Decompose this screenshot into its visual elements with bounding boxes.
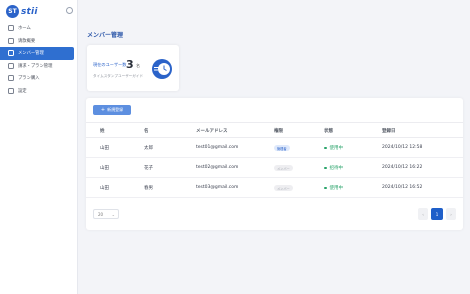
clock-logo-icon bbox=[152, 59, 172, 79]
status-dot-icon bbox=[324, 146, 327, 150]
gear-icon bbox=[8, 87, 14, 94]
per-page-value: 20 bbox=[98, 211, 104, 217]
cart-icon bbox=[8, 75, 14, 82]
sidebar-item-label: 請求・プラン管理 bbox=[18, 63, 53, 69]
role-badge: 管理者 bbox=[274, 145, 290, 151]
cell-last-name: 山田 bbox=[100, 186, 109, 191]
sidebar-item-purchase[interactable]: プラン購入 bbox=[0, 72, 78, 85]
cell-date: 2024/10/12 16:52 bbox=[382, 185, 423, 190]
prev-page-button[interactable]: ‹ bbox=[418, 208, 428, 220]
user-count-value: 3 bbox=[126, 58, 134, 71]
table-row[interactable]: 山田 春男 test03@gmail.com メンバー 使用中 2024/10/… bbox=[86, 178, 463, 198]
table-row[interactable]: 山田 太郎 test01@gmail.com 管理者 使用中 2024/10/1… bbox=[86, 138, 463, 158]
user-count-label: 現在のユーザー数 bbox=[93, 62, 127, 67]
table-header: 姓 名 メールアドレス 権限 状態 登録日 bbox=[86, 122, 463, 138]
brand-mark: ST bbox=[6, 5, 19, 18]
status-dot-icon bbox=[324, 186, 327, 190]
sidebar-item-label: メンバー管理 bbox=[18, 51, 44, 57]
status-text: 使用中 bbox=[329, 186, 344, 191]
per-page-select[interactable]: 20 ⌄ bbox=[93, 209, 119, 219]
sidebar: ST stii ホーム 请款概要 メンバー管理 請求・プラン管理 プラン購入 設… bbox=[0, 0, 78, 294]
sidebar-item-label: ホーム bbox=[18, 26, 31, 32]
cell-last-name: 山田 bbox=[100, 146, 109, 151]
status-text: 招待中 bbox=[329, 166, 344, 171]
inbox-icon bbox=[8, 37, 14, 44]
next-page-button[interactable]: › bbox=[446, 208, 456, 220]
member-table-panel: + 新規登録 姓 名 メールアドレス 権限 状態 登録日 山田 太郎 test0… bbox=[86, 98, 463, 230]
plus-icon: + bbox=[100, 107, 106, 113]
table-row[interactable]: 山田 花子 test02@gmail.com メンバー 招待中 2024/10/… bbox=[86, 158, 463, 178]
sidebar-item-label: 请款概要 bbox=[18, 38, 36, 44]
collapse-sidebar-icon[interactable] bbox=[66, 7, 73, 14]
sidebar-item-home[interactable]: ホーム bbox=[0, 22, 78, 35]
status-indicator: 招待中 bbox=[324, 165, 343, 171]
col-first-name: 名 bbox=[144, 129, 149, 134]
cell-first-name: 春男 bbox=[144, 186, 153, 191]
cell-first-name: 花子 bbox=[144, 166, 153, 171]
col-email: メールアドレス bbox=[196, 129, 228, 134]
user-count-card: 現在のユーザー数 3 名 タイムスタンプユーザーガイド bbox=[87, 45, 179, 91]
sidebar-item-billing[interactable]: 請求・プラン管理 bbox=[0, 60, 78, 73]
col-status: 状態 bbox=[324, 129, 333, 134]
role-badge: メンバー bbox=[274, 185, 293, 191]
home-icon bbox=[8, 25, 14, 32]
status-indicator: 使用中 bbox=[324, 185, 343, 191]
new-member-label: 新規登録 bbox=[107, 107, 124, 112]
sidebar-nav: ホーム 请款概要 メンバー管理 請求・プラン管理 プラン購入 設定 bbox=[0, 22, 78, 97]
col-last-name: 姓 bbox=[100, 129, 105, 134]
cell-email: test03@gmail.com bbox=[196, 185, 239, 190]
chevron-down-icon: ⌄ bbox=[111, 212, 115, 217]
brand-logo[interactable]: ST stii bbox=[6, 5, 38, 18]
sidebar-item-settings[interactable]: 設定 bbox=[0, 85, 78, 98]
cell-email: test01@gmail.com bbox=[196, 145, 239, 150]
cell-first-name: 太郎 bbox=[144, 146, 153, 151]
cell-email: test02@gmail.com bbox=[196, 165, 239, 170]
status-indicator: 使用中 bbox=[324, 145, 343, 151]
sidebar-item-label: 設定 bbox=[18, 88, 27, 94]
user-count-unit: 名 bbox=[136, 63, 140, 68]
cell-date: 2024/10/12 16:22 bbox=[382, 165, 423, 170]
sidebar-item-label: プラン購入 bbox=[18, 76, 40, 82]
col-registered: 登録日 bbox=[382, 129, 396, 134]
main-content: メンバー管理 現在のユーザー数 3 名 タイムスタンプユーザーガイド + 新規登… bbox=[78, 0, 470, 294]
current-page-button[interactable]: 1 bbox=[431, 208, 443, 220]
document-icon bbox=[8, 62, 14, 69]
status-dot-icon bbox=[324, 166, 327, 170]
cell-last-name: 山田 bbox=[100, 166, 109, 171]
sidebar-item-summary[interactable]: 请款概要 bbox=[0, 35, 78, 48]
users-icon bbox=[8, 50, 14, 57]
sidebar-item-members[interactable]: メンバー管理 bbox=[0, 47, 74, 60]
user-guide-link[interactable]: タイムスタンプユーザーガイド bbox=[93, 74, 143, 79]
col-role: 権限 bbox=[274, 129, 283, 134]
new-member-button[interactable]: + 新規登録 bbox=[93, 105, 131, 115]
brand-name: stii bbox=[21, 6, 38, 17]
status-text: 使用中 bbox=[329, 146, 344, 151]
cell-date: 2024/10/12 12:58 bbox=[382, 145, 423, 150]
role-badge: メンバー bbox=[274, 165, 293, 171]
page-title: メンバー管理 bbox=[87, 32, 124, 39]
